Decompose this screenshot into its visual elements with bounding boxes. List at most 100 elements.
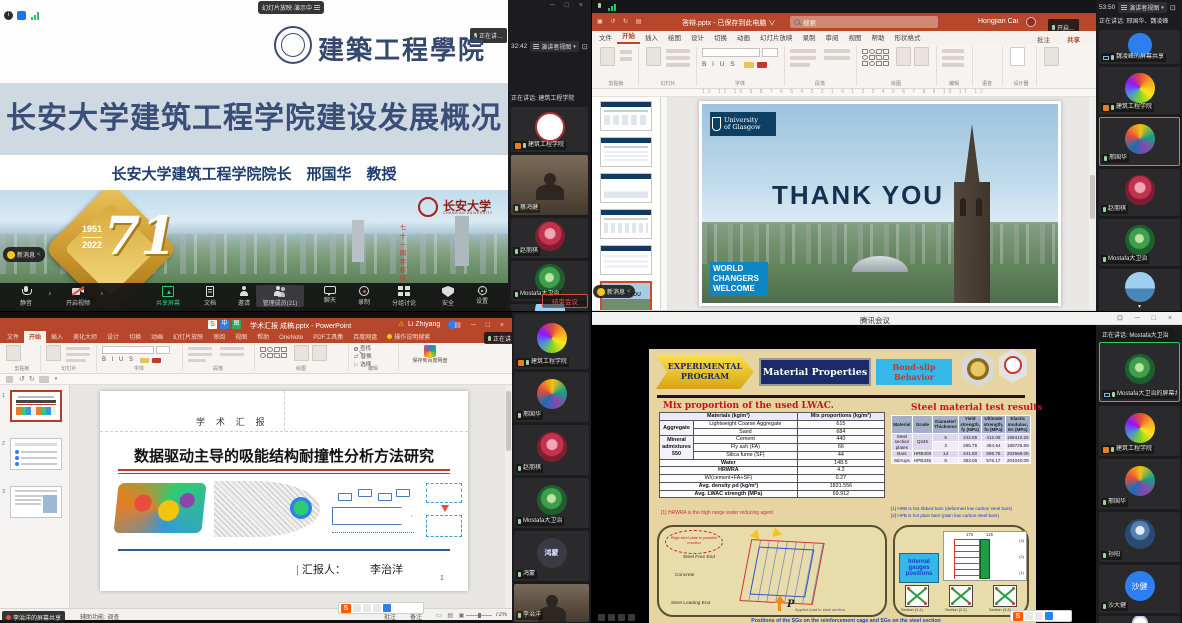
participant-tile[interactable]: 建筑工程学院: [1099, 67, 1180, 114]
ime-keyboard-icon[interactable]: [383, 604, 391, 612]
slide-thumbnail[interactable]: [600, 173, 652, 203]
tab-review[interactable]: 审阅: [821, 31, 844, 44]
start-show-icon[interactable]: [39, 376, 49, 383]
tab-file[interactable]: 文件: [594, 31, 617, 44]
participant-tile[interactable]: 李治洋: [514, 584, 589, 622]
ime-icon[interactable]: 图: [232, 320, 241, 329]
tab-help[interactable]: 帮助: [867, 31, 890, 44]
ime-icon[interactable]: 中: [220, 320, 229, 329]
tab-record[interactable]: 录制: [798, 31, 821, 44]
ime-punct-icon[interactable]: [363, 604, 371, 612]
participant-tile[interactable]: Mostafa大卫治: [514, 478, 589, 528]
vertical-scrollbar[interactable]: [1089, 97, 1096, 310]
settings-button[interactable]: 设置: [462, 286, 502, 305]
tab-animations[interactable]: 动画: [146, 331, 168, 343]
tab-format[interactable]: 形状格式: [890, 31, 926, 44]
tab-help[interactable]: 帮助: [252, 331, 274, 343]
participant-tile[interactable]: 赵朋棋: [511, 218, 588, 258]
font-size-box[interactable]: [156, 346, 170, 354]
slide-thumbnail-selected[interactable]: [10, 390, 62, 422]
toolbar-icon[interactable]: [628, 614, 635, 621]
zoom-level[interactable]: 72%: [495, 612, 507, 618]
new-slide-button[interactable]: [46, 345, 61, 361]
tab-transitions[interactable]: 切换: [709, 31, 732, 44]
chevron-down-icon[interactable]: ▾: [1138, 303, 1141, 310]
tab-transitions[interactable]: 切换: [124, 331, 146, 343]
participant-tile[interactable]: 沙健 沙大健: [1099, 565, 1180, 613]
mute-button[interactable]: 静音: [6, 286, 46, 307]
camera-button[interactable]: 开启视频: [58, 286, 98, 307]
end-meeting-button[interactable]: 结束会议: [542, 294, 588, 308]
tab-meihua[interactable]: 美化大师: [68, 331, 102, 343]
tab-design[interactable]: 设计: [102, 331, 124, 343]
designer-button[interactable]: [1010, 47, 1025, 66]
tab-home[interactable]: 开始: [24, 331, 46, 343]
participant-tile[interactable]: 赵朋棋: [1099, 169, 1180, 216]
quick-access-toolbar[interactable]: ▣ ↺ ↻ ▤: [597, 18, 644, 25]
comments-button[interactable]: 批注: [1037, 34, 1050, 44]
info-icon[interactable]: i: [4, 11, 13, 20]
tab-design[interactable]: 设计: [686, 31, 709, 44]
user-avatar[interactable]: [1026, 17, 1036, 27]
tab-slideshow[interactable]: 幻灯片放映: [168, 331, 208, 343]
addins-button[interactable]: [1044, 47, 1059, 66]
view-mode-button[interactable]: 演讲者视图▾: [530, 41, 579, 52]
ime-emoji-icon[interactable]: [373, 604, 381, 612]
tab-view[interactable]: 视图: [230, 331, 252, 343]
vertical-scrollbar[interactable]: [505, 385, 512, 608]
slide-thumbnail[interactable]: [10, 486, 62, 518]
tab-insert[interactable]: 插入: [46, 331, 68, 343]
window-controls[interactable]: ⊡ ─ □ ×: [1117, 314, 1177, 322]
tab-file[interactable]: 文件: [2, 331, 24, 343]
font-name-box[interactable]: [102, 346, 154, 354]
chat-preview-pill[interactable]: 新消息 <: [3, 247, 45, 262]
font-size-box[interactable]: [762, 48, 778, 57]
ime-icon[interactable]: S: [208, 320, 217, 329]
arrange-button[interactable]: [896, 47, 911, 66]
tell-me-search[interactable]: 操作说明搜索: [382, 331, 435, 343]
font-name-box[interactable]: [702, 48, 760, 57]
share-screen-button[interactable]: 共享屏幕: [148, 286, 188, 307]
participant-tile-speaking[interactable]: Mostafa大卫治的屏幕共享: [1099, 342, 1180, 402]
tab-baidu-pan[interactable]: 百度网盘: [348, 331, 382, 343]
paste-button[interactable]: [6, 345, 21, 361]
settings-icon[interactable]: [17, 11, 26, 20]
save-icon[interactable]: [6, 376, 13, 383]
baidu-pan-save[interactable]: 保存到百度网盘: [406, 345, 454, 364]
breakout-button[interactable]: 分组讨论: [382, 286, 426, 307]
scrollbar-thumb[interactable]: [1090, 175, 1095, 219]
share-button[interactable]: 共享: [1067, 34, 1080, 44]
undo-icon[interactable]: ↺: [19, 375, 25, 383]
tab-home[interactable]: 开始: [617, 29, 640, 44]
sogou-ime-bar[interactable]: S: [338, 602, 424, 614]
record-button[interactable]: 录制: [344, 286, 384, 306]
chevron-up-icon[interactable]: ∧: [48, 291, 52, 297]
slide-thumbnail[interactable]: [600, 137, 652, 167]
find-button[interactable]: 查找: [354, 345, 372, 353]
slide-thumbnail[interactable]: [10, 438, 62, 470]
window-controls[interactable]: ─ □ ×: [550, 2, 587, 9]
slide-thumbnail[interactable]: [600, 245, 652, 275]
status-accessibility[interactable]: 辅助功能: 调查: [80, 612, 119, 621]
slide-thumbnail[interactable]: [600, 101, 652, 131]
ime-keyboard-icon[interactable]: [1045, 612, 1053, 620]
toolbar-icon[interactable]: [598, 614, 605, 621]
replace-button[interactable]: ⇄替换: [354, 353, 372, 361]
view-buttons[interactable]: ▭ ▤ ▣: [436, 612, 466, 619]
font-style-buttons[interactable]: B I U S: [102, 357, 135, 363]
shapes-gallery[interactable]: [260, 347, 287, 358]
collapsed-toolbar[interactable]: [598, 614, 635, 621]
tab-animations[interactable]: 动画: [732, 31, 755, 44]
paste-button[interactable]: [600, 47, 615, 66]
participant-tile[interactable]: 蔡鸿健: [511, 155, 588, 215]
fullscreen-icon[interactable]: ⊡: [1170, 4, 1176, 12]
participant-tile-partial[interactable]: ▾: [1099, 269, 1180, 311]
tab-onenote[interactable]: OneNote: [274, 334, 308, 343]
ime-punct-icon[interactable]: [1035, 612, 1043, 620]
participant-tile-partial[interactable]: 小公仆: [1099, 616, 1180, 623]
tab-view[interactable]: 视图: [844, 31, 867, 44]
participant-tile[interactable]: Mostafa大卫治: [1099, 219, 1180, 266]
participant-tile[interactable]: 建筑工程学院: [511, 107, 588, 152]
toolbar-icon[interactable]: [618, 614, 625, 621]
arrange-button[interactable]: [294, 345, 309, 361]
